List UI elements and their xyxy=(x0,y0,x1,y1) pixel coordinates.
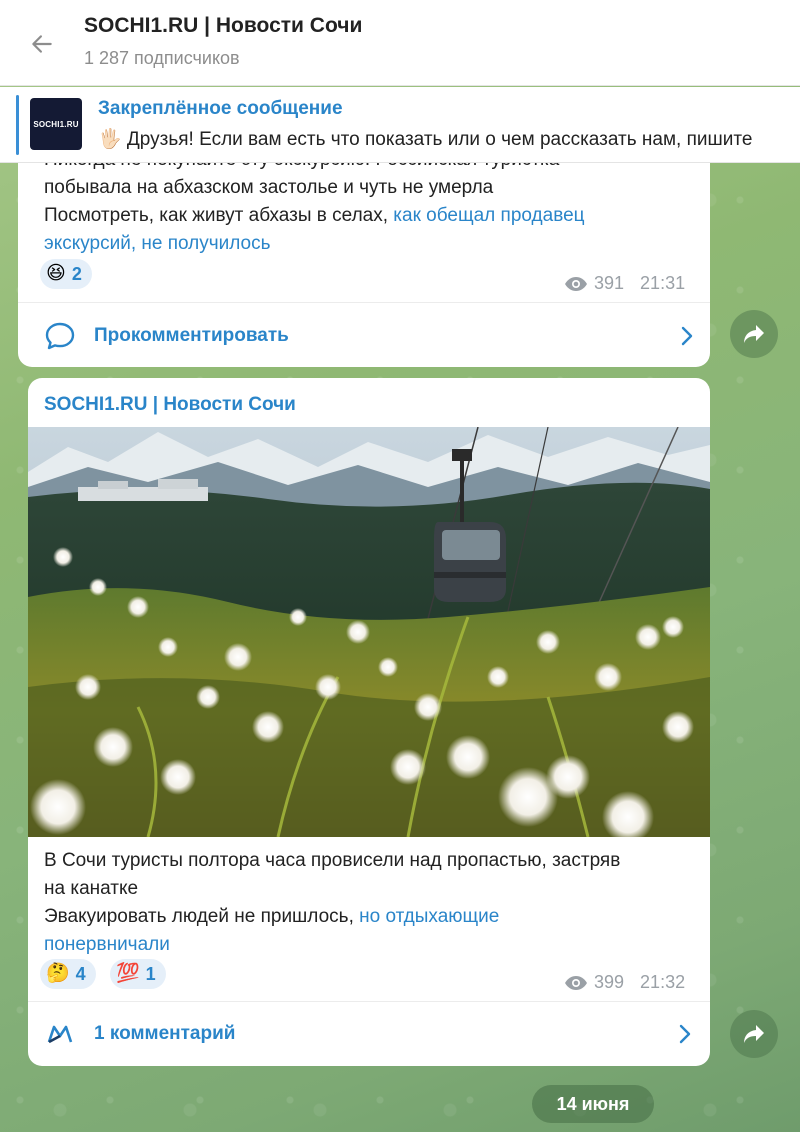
eye-icon xyxy=(565,276,587,291)
reaction-thinking[interactable]: 🤔 4 xyxy=(40,959,96,989)
message-sender[interactable]: SOCHI1.RU | Новости Сочи xyxy=(44,394,296,416)
comment-divider xyxy=(28,1001,710,1002)
chevron-right-icon xyxy=(681,326,693,346)
reaction-count: 2 xyxy=(71,263,82,284)
message-text-line: В Сочи туристы полтора часа провисели на… xyxy=(44,850,621,871)
view-count: 391 xyxy=(594,273,625,293)
pinned-indicator xyxy=(16,95,19,155)
message-meta: 391 21:31 xyxy=(564,273,685,294)
chevron-right-icon xyxy=(679,1024,691,1044)
reaction-emoji: 💯 xyxy=(116,963,140,984)
message-text: Посмотреть, как живут абхазы в селах, xyxy=(44,205,394,226)
message-card-2: SOCHI1.RU | Новости Сочи В Сочи туристы … xyxy=(28,378,710,1066)
reaction-count: 1 xyxy=(145,963,156,984)
post-photo-cable-car[interactable] xyxy=(28,427,710,837)
message-time: 21:32 xyxy=(640,972,686,992)
share-arrow-icon xyxy=(744,1025,764,1043)
chat-header: SOCHI1.RU | Новости Сочи 1 287 подписчик… xyxy=(0,0,800,86)
share-arrow-icon xyxy=(744,325,764,343)
message-text-line: Эвакуировать людей не пришлось, но отдых… xyxy=(44,903,499,931)
cable-car-photo-illustration xyxy=(28,427,710,837)
reaction-hundred[interactable]: 💯 1 xyxy=(110,959,166,989)
channel-title[interactable]: SOCHI1.RU | Новости Сочи xyxy=(84,14,362,38)
reaction-count: 4 xyxy=(75,963,86,984)
comment-button[interactable]: Прокомментировать xyxy=(44,316,694,356)
message-link[interactable]: понервничали xyxy=(44,931,170,959)
share-button[interactable] xyxy=(730,310,778,358)
speech-bubble-icon xyxy=(45,322,75,350)
message-text: Эвакуировать людей не пришлось, xyxy=(44,906,360,927)
view-count: 399 xyxy=(594,972,625,992)
message-link[interactable]: как обещал продавец xyxy=(393,205,584,226)
message-card-1: Никогда не покупайте эту экскурсию: Росс… xyxy=(18,130,710,367)
message-meta: 399 21:32 xyxy=(564,972,685,993)
comment-label: 1 комментарий xyxy=(94,1023,236,1044)
m-logo-icon xyxy=(47,1025,73,1044)
message-link[interactable]: но отдыхающие xyxy=(359,906,499,927)
reaction-emoji: 🤔 xyxy=(46,963,70,984)
eye-icon xyxy=(565,975,587,990)
message-link[interactable]: экскурсий, не получилось xyxy=(44,230,271,258)
message-text-line: на канатке xyxy=(44,878,139,899)
subscriber-count: 1 287 подписчиков xyxy=(84,48,240,68)
comments-button[interactable]: 1 комментарий xyxy=(46,1014,692,1054)
arrow-left-icon xyxy=(32,35,52,53)
share-button[interactable] xyxy=(730,1010,778,1058)
reaction-laugh[interactable]: 😆 2 xyxy=(40,259,92,289)
pinned-message-bar[interactable]: SOCHI1.RU Закреплённое сообщение 🖐🏻 Друз… xyxy=(0,87,800,163)
comment-divider xyxy=(18,302,710,303)
reaction-emoji: 😆 xyxy=(46,263,66,284)
pinned-label: Закреплённое сообщение xyxy=(98,98,343,119)
date-divider: 14 июня xyxy=(532,1085,654,1123)
pinned-thumbnail: SOCHI1.RU xyxy=(30,98,82,150)
message-text-line: Посмотреть, как живут абхазы в селах, ка… xyxy=(44,202,585,230)
back-button[interactable] xyxy=(22,24,62,64)
pinned-thumb-logo: SOCHI1.RU xyxy=(33,119,79,129)
message-text-line: побывала на абхазском застолье и чуть не… xyxy=(44,177,494,198)
message-time: 21:31 xyxy=(640,273,686,293)
comment-label: Прокомментировать xyxy=(94,325,289,346)
pinned-text: 🖐🏻 Друзья! Если вам есть что показать ил… xyxy=(98,129,753,150)
